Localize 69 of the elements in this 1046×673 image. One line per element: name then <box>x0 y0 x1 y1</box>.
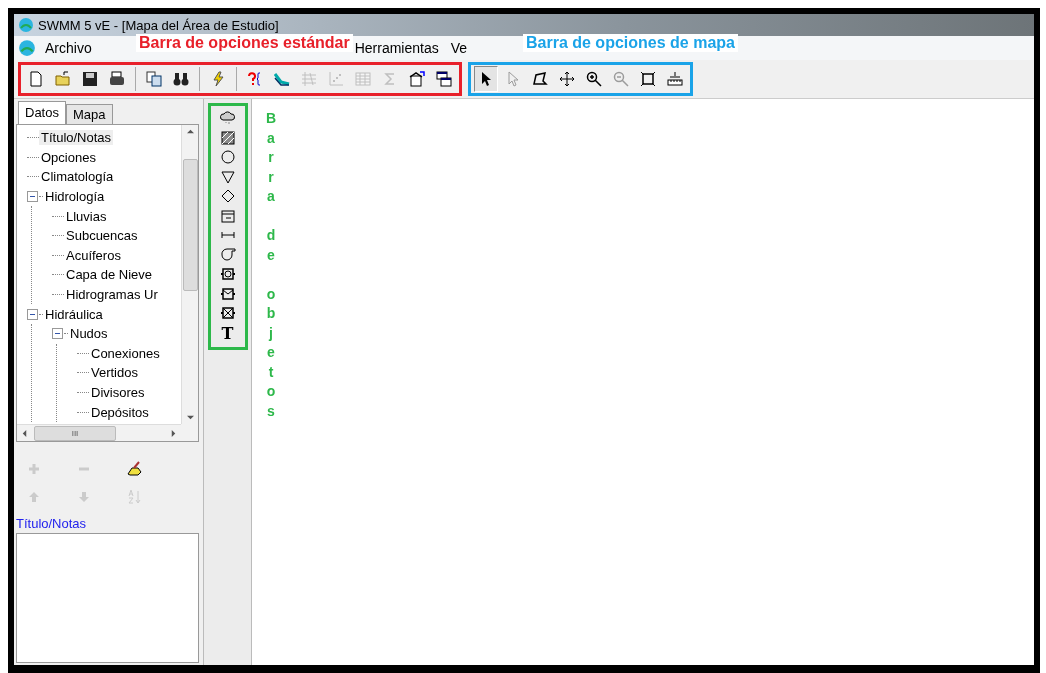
lightning-icon <box>210 71 226 87</box>
windows-icon <box>436 71 452 87</box>
tree-item[interactable]: Opciones <box>39 149 98 165</box>
tree-item[interactable]: Conexiones <box>89 345 162 361</box>
tree-item[interactable]: Hidrogramas Ur <box>64 287 160 303</box>
menu-item[interactable]: Archivo <box>42 40 95 56</box>
collapse-icon[interactable] <box>27 308 38 320</box>
window-icon <box>409 71 425 87</box>
scroll-right-icon[interactable] <box>170 429 177 437</box>
folder-icon <box>55 71 71 87</box>
contour-plot-icon <box>301 71 317 87</box>
vertical-scrollbar[interactable] <box>181 125 198 424</box>
hatched-square-icon <box>219 129 236 146</box>
tree-item[interactable]: Título/Notas <box>39 130 114 146</box>
tree-item[interactable]: Capa de Nieve <box>64 267 154 283</box>
diamond-icon <box>219 188 236 204</box>
sort-icon <box>126 489 142 505</box>
full-extent-icon <box>640 71 656 87</box>
printer-icon <box>109 71 125 87</box>
annotation-label: Barra de opciones estándar <box>136 34 353 52</box>
select-button[interactable] <box>474 66 498 92</box>
scroll-down-icon[interactable] <box>186 414 194 421</box>
tree-item[interactable]: Acuíferos <box>64 247 123 263</box>
tree-item[interactable]: Divisores <box>89 385 147 400</box>
plus-icon <box>26 461 42 477</box>
ruler-icon <box>667 71 683 87</box>
move-arrows-icon <box>559 71 575 87</box>
question-mark-icon <box>247 71 263 87</box>
tree-item[interactable]: Nudos <box>68 326 110 342</box>
scroll-up-icon[interactable] <box>186 128 194 135</box>
app-logo-icon <box>18 17 34 33</box>
profile-plot-icon <box>274 71 290 87</box>
menu-item[interactable]: Ve <box>447 40 471 56</box>
circle-icon <box>219 149 236 165</box>
pointer-outline-icon <box>505 71 521 87</box>
annotation-label: Barra de objetos <box>264 109 278 421</box>
tree-item[interactable]: Lluvias <box>64 208 109 224</box>
scrollbar-thumb[interactable]: III <box>34 425 116 441</box>
tab[interactable]: Mapa <box>65 104 113 124</box>
collapse-icon[interactable] <box>52 328 63 340</box>
tree-item[interactable]: Vertidos <box>89 365 140 381</box>
tree-item[interactable]: Depósitos <box>89 404 151 420</box>
app-logo-icon[interactable] <box>18 39 36 57</box>
document-icon <box>28 71 44 87</box>
scrollbar-thumb[interactable] <box>182 158 198 291</box>
tree-item[interactable]: Subcuencas <box>64 228 140 244</box>
selected-item-label: Título/Notas <box>16 515 88 533</box>
cloud-icon <box>219 110 236 126</box>
window-title: SWMM 5 vE - [Mapa del Área de Estudio] <box>38 17 279 33</box>
horizontal-scrollbar[interactable]: III <box>17 424 181 441</box>
notes-field[interactable] <box>16 533 199 663</box>
text-tool-button[interactable]: T <box>221 324 234 343</box>
collapse-icon[interactable] <box>27 191 38 203</box>
scroll-left-icon[interactable] <box>21 429 28 437</box>
zoom-out-icon <box>613 71 629 87</box>
triangle-icon <box>219 168 236 185</box>
tab[interactable]: Datos <box>18 101 66 124</box>
zoom-in-icon <box>586 71 602 87</box>
tree-item[interactable]: Climatología <box>39 169 116 185</box>
table-icon <box>355 71 371 87</box>
binoculars-icon <box>173 71 189 87</box>
tree-item[interactable]: Hidráulica <box>43 306 105 322</box>
menu-item[interactable]: Herramientas <box>351 40 442 56</box>
tree-item[interactable]: Hidrología <box>43 189 107 205</box>
scatter-plot-icon <box>328 71 344 87</box>
boxed-x-icon <box>219 305 236 321</box>
annotation-label: Barra de opciones de mapa <box>523 34 738 52</box>
copy-icon <box>146 71 162 87</box>
polygon-icon <box>532 71 548 87</box>
